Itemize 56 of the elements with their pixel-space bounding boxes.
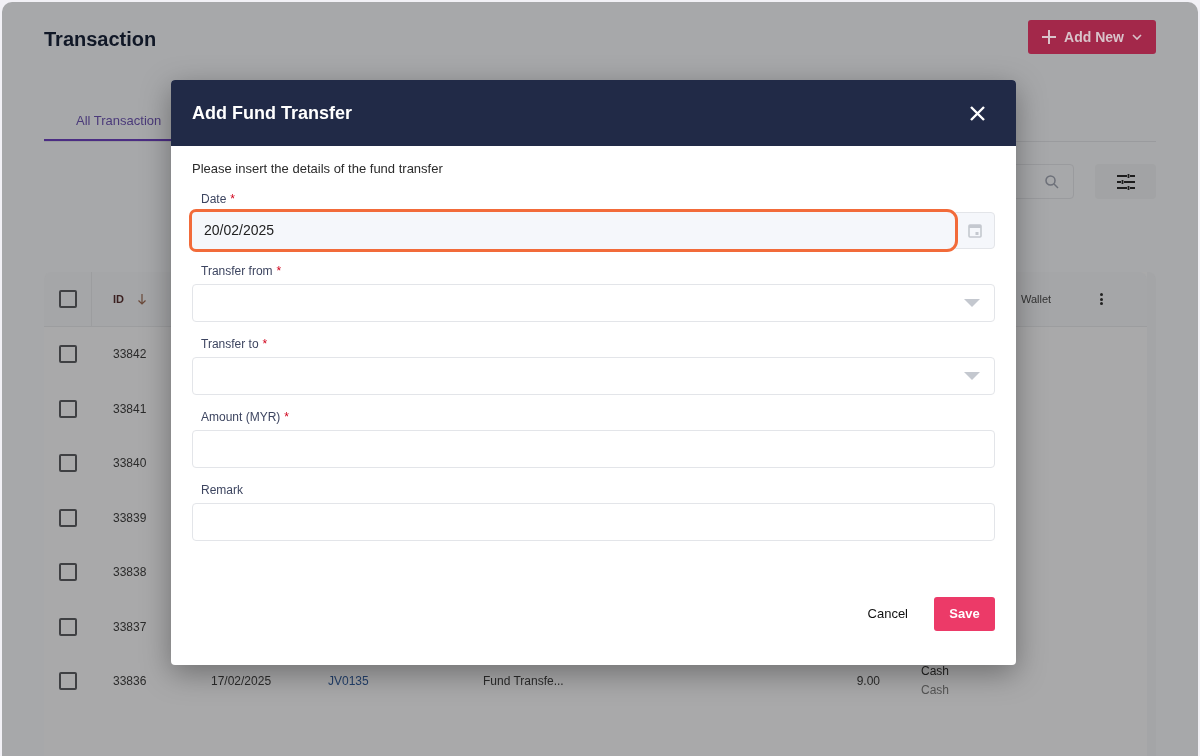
- table-cell: Fund Transfe...: [483, 674, 564, 689]
- search-icon: [1045, 174, 1059, 189]
- table-cell: 33842: [113, 347, 147, 362]
- column-header[interactable]: ID: [113, 290, 124, 308]
- calendar-icon: [968, 222, 982, 238]
- field-label: Transfer from: [201, 262, 273, 279]
- close-button[interactable]: [968, 104, 986, 122]
- add-new-button[interactable]: Add New: [1028, 20, 1156, 54]
- required-marker: *: [276, 262, 282, 279]
- table-cell-text: Cash: [921, 663, 949, 681]
- table-cell: 33841: [113, 401, 147, 416]
- checkbox[interactable]: [59, 399, 77, 418]
- close-icon: [969, 105, 985, 121]
- table-cell: 33839: [113, 510, 147, 525]
- table-cell: 17/02/2025: [211, 674, 272, 689]
- select-field[interactable]: [192, 283, 995, 322]
- checkbox[interactable]: [59, 617, 77, 636]
- table-cell: 33836: [113, 674, 147, 689]
- field-label: Transfer to: [201, 335, 259, 352]
- field-label: Amount (MYR): [201, 408, 281, 425]
- input-field[interactable]: [192, 502, 995, 541]
- checkbox[interactable]: [59, 454, 77, 473]
- page-title: Transaction: [44, 27, 157, 52]
- calendar-button[interactable]: [955, 211, 995, 249]
- chevron-down-icon: [1132, 34, 1142, 40]
- date-value: 20/02/2025: [204, 220, 275, 240]
- checkbox[interactable]: [59, 345, 77, 364]
- input-field[interactable]: [192, 429, 995, 468]
- checkbox[interactable]: [58, 290, 77, 308]
- table-cell: 33838: [113, 565, 147, 580]
- date-field[interactable]: 20/02/2025: [192, 211, 955, 249]
- dialog-intro: Please insert the details of the fund transfer: [192, 160, 444, 178]
- column-menu-button[interactable]: [1099, 293, 1103, 305]
- required-marker: *: [230, 190, 236, 207]
- caret-icon: [964, 371, 980, 380]
- filter-button[interactable]: [1095, 164, 1156, 199]
- sliders-icon: [1116, 173, 1135, 190]
- table-cell-text: Cash: [921, 682, 949, 700]
- cancel-button[interactable]: Cancel: [865, 596, 910, 631]
- table-cell: 33840: [113, 456, 147, 471]
- save-button[interactable]: Save: [934, 596, 995, 631]
- field-label: Remark: [201, 481, 243, 498]
- plus-icon: [1042, 30, 1057, 44]
- field-label: Date: [201, 190, 227, 207]
- checkbox[interactable]: [59, 508, 77, 527]
- column-header[interactable]: Wallet: [1021, 290, 1052, 308]
- required-marker: *: [262, 335, 268, 352]
- select-field[interactable]: [192, 356, 995, 395]
- dialog-title: Add Fund Transfer: [192, 101, 352, 125]
- reference-link[interactable]: JV0135: [328, 674, 369, 689]
- checkbox[interactable]: [59, 563, 77, 582]
- required-marker: *: [284, 408, 290, 425]
- checkbox[interactable]: [59, 672, 77, 691]
- caret-icon: [964, 298, 980, 307]
- table-cell: 9.00: [856, 674, 880, 689]
- table-cell: 33837: [113, 619, 147, 634]
